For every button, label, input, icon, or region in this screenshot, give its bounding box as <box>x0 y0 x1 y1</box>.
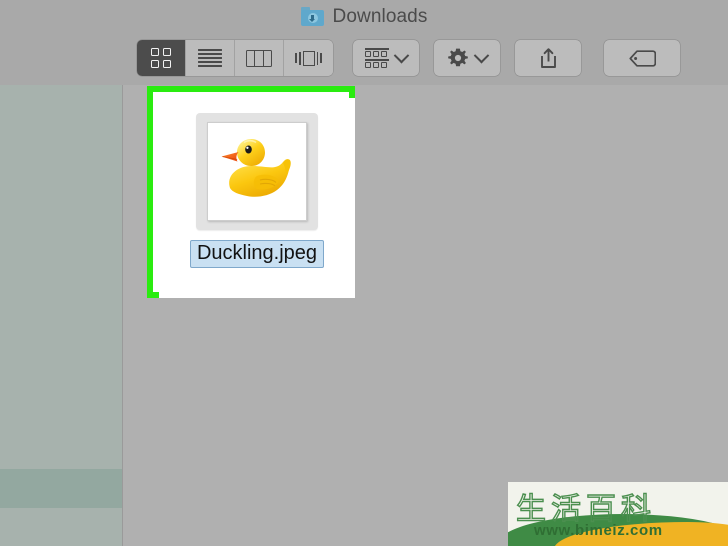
chevron-down-icon <box>473 47 490 63</box>
watermark: 生活百科 www.bimeiz.com <box>508 482 728 546</box>
finder-toolbar <box>0 33 728 86</box>
annotation-highlight-box: Duckling.jpeg <box>147 86 355 298</box>
chevron-down-icon <box>393 47 410 63</box>
sidebar-band <box>0 469 122 508</box>
file-item-duckling[interactable]: Duckling.jpeg <box>159 98 355 298</box>
arrange-by-button[interactable] <box>353 40 419 76</box>
coverflow-view-button[interactable] <box>284 40 333 76</box>
arrange-icon <box>365 47 389 69</box>
grid-icon <box>150 47 172 69</box>
view-mode-segmented-control[interactable] <box>137 40 333 76</box>
sidebar-band-lower <box>0 508 122 546</box>
watermark-url: www.bimeiz.com <box>534 522 663 539</box>
filename-textfield[interactable]: Duckling.jpeg <box>189 240 325 268</box>
coverflow-icon <box>294 49 324 67</box>
tag-icon <box>629 50 657 67</box>
action-menu-button[interactable] <box>434 40 500 76</box>
columns-icon <box>246 49 272 67</box>
window-content <box>0 85 728 546</box>
list-icon <box>198 49 222 67</box>
finder-window: Downloads Duckling.jpeg 生活百科 www.bimeiz.… <box>0 0 728 546</box>
list-view-button[interactable] <box>186 40 235 76</box>
sidebar[interactable] <box>0 85 123 546</box>
gear-icon <box>447 47 469 69</box>
window-title: Downloads <box>332 5 428 27</box>
icon-view-button[interactable] <box>137 40 186 76</box>
duck-photo-thumbnail <box>207 122 307 221</box>
downloads-folder-icon <box>300 7 324 26</box>
share-icon <box>539 47 558 69</box>
column-view-button[interactable] <box>235 40 284 76</box>
share-button[interactable] <box>515 40 581 76</box>
window-titlebar: Downloads <box>0 0 728 33</box>
tags-button[interactable] <box>604 40 680 76</box>
file-thumbnail[interactable] <box>196 113 318 230</box>
